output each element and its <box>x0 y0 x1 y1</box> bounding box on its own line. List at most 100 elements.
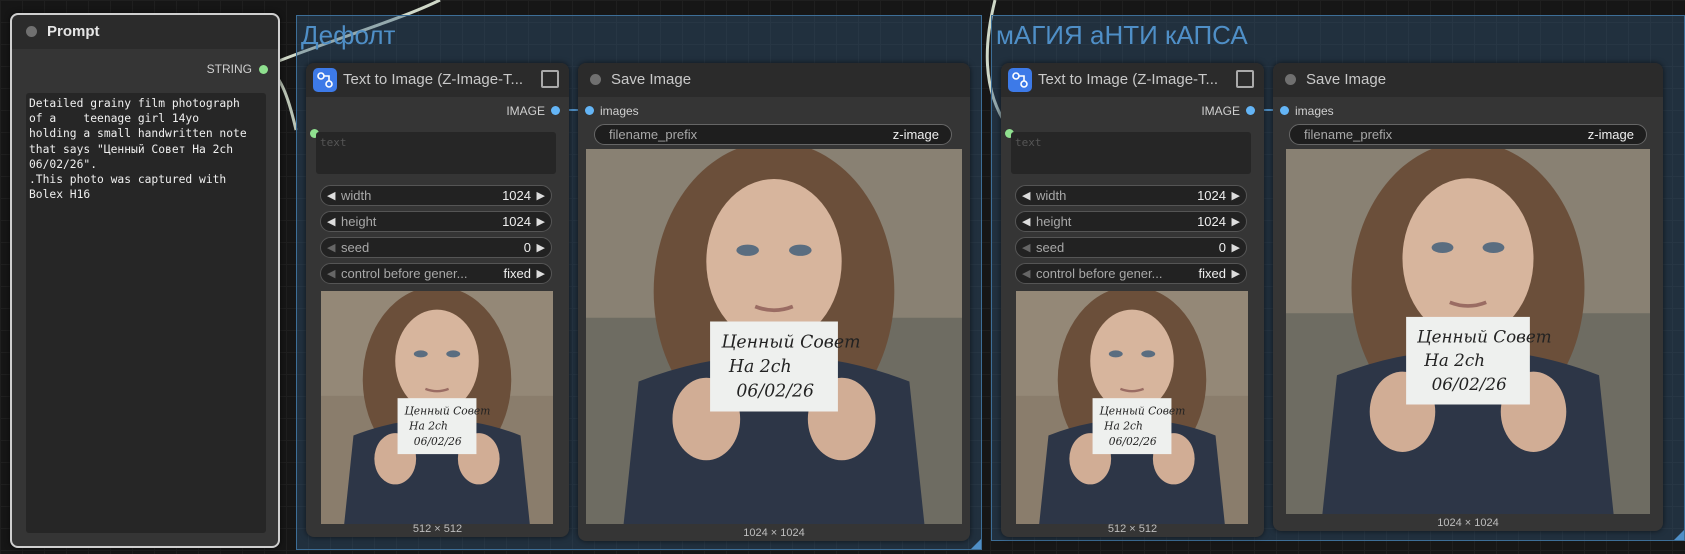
left-arrow-icon[interactable]: ◀ <box>1022 241 1030 254</box>
text-input[interactable]: text <box>316 132 556 174</box>
widget-value[interactable]: 1024 <box>502 214 531 229</box>
right-arrow-icon[interactable]: ▶ <box>537 241 545 254</box>
width-widget[interactable]: ◀ width 1024 ▶ <box>320 185 552 206</box>
node-title: Save Image <box>611 71 692 88</box>
node-header[interactable]: Prompt <box>12 15 278 49</box>
note-text: Ценный Совет <box>1416 326 1552 346</box>
widget-label: height <box>1036 214 1072 229</box>
text-to-image-node[interactable]: Text to Image (Z-Image-T... IMAGE text ◀… <box>306 63 569 537</box>
widget-value[interactable]: 1024 <box>502 188 531 203</box>
image-output-port[interactable] <box>1246 106 1255 115</box>
control-before-generate-widget[interactable]: ◀ control before gener... fixed ▶ <box>1015 263 1247 284</box>
node-header[interactable]: Save Image <box>1273 63 1663 97</box>
left-arrow-icon[interactable]: ◀ <box>1022 189 1030 202</box>
node-status-dot <box>1285 74 1296 85</box>
photo-render: Ценный Совет На 2ch 06/02/26 <box>1016 291 1248 524</box>
right-arrow-icon[interactable]: ▶ <box>537 215 545 228</box>
expand-icon[interactable] <box>1236 70 1254 88</box>
photo-render: Ценный Совет На 2ch 06/02/26 <box>1286 149 1650 514</box>
prompt-node[interactable]: Prompt STRING Detailed grainy film photo… <box>10 13 280 548</box>
group-title[interactable]: Дефолт <box>301 20 395 51</box>
widget-value[interactable]: fixed <box>504 266 531 281</box>
preview-size: 512 × 512 <box>1107 523 1158 535</box>
node-title: Text to Image (Z-Image-T... <box>343 71 524 88</box>
right-arrow-icon[interactable]: ▶ <box>537 189 545 202</box>
workflow-badge-icon <box>1008 68 1032 92</box>
left-arrow-icon[interactable]: ◀ <box>327 241 335 254</box>
photo-render: Ценный Совет На 2ch 06/02/26 <box>321 291 553 524</box>
node-title: Save Image <box>1306 71 1387 88</box>
left-arrow-icon[interactable]: ◀ <box>327 189 335 202</box>
filename-prefix-widget[interactable]: filename_prefix z-image <box>1289 124 1647 145</box>
input-label: images <box>600 104 639 118</box>
text-to-image-node[interactable]: Text to Image (Z-Image-T... IMAGE text ◀… <box>1001 63 1264 537</box>
image-input-port[interactable] <box>585 106 594 115</box>
group-resize-handle[interactable] <box>1674 530 1684 540</box>
text-placeholder: text <box>320 136 347 149</box>
group-resize-handle[interactable] <box>971 539 981 549</box>
widget-label: height <box>341 214 377 229</box>
note-text: Ценный Совет <box>720 333 860 353</box>
input-label: images <box>1295 104 1334 118</box>
seed-widget[interactable]: ◀ seed 0 ▶ <box>1015 237 1247 258</box>
node-title: Prompt <box>47 23 100 40</box>
right-arrow-icon[interactable]: ▶ <box>1232 189 1240 202</box>
widget-value[interactable]: fixed <box>1199 266 1226 281</box>
note-text: На 2ch <box>1423 350 1485 370</box>
widget-label: width <box>341 188 372 203</box>
control-before-generate-widget[interactable]: ◀ control before gener... fixed ▶ <box>320 263 552 284</box>
output-label: IMAGE <box>506 104 545 118</box>
node-title: Text to Image (Z-Image-T... <box>1038 71 1219 88</box>
widget-label: filename_prefix <box>1304 127 1393 142</box>
save-image-node[interactable]: Save Image images filename_prefix z-imag… <box>578 63 970 541</box>
image-input-port[interactable] <box>1280 106 1289 115</box>
widget-label: control before gener... <box>1036 266 1163 281</box>
node-header[interactable]: Text to Image (Z-Image-T... <box>306 63 569 97</box>
filename-prefix-widget[interactable]: filename_prefix z-image <box>594 124 952 145</box>
save-image-node[interactable]: Save Image images filename_prefix z-imag… <box>1273 63 1663 531</box>
height-widget[interactable]: ◀ height 1024 ▶ <box>320 211 552 232</box>
note-text: На 2ch <box>408 420 448 433</box>
widget-value[interactable]: 0 <box>524 240 531 255</box>
widget-value[interactable]: 1024 <box>1197 214 1226 229</box>
node-header[interactable]: Text to Image (Z-Image-T... <box>1001 63 1264 97</box>
seed-widget[interactable]: ◀ seed 0 ▶ <box>320 237 552 258</box>
text-input[interactable]: text <box>1011 132 1251 174</box>
image-output-port[interactable] <box>551 106 560 115</box>
preview-image[interactable]: Ценный Совет На 2ch 06/02/26 <box>321 291 553 524</box>
right-arrow-icon[interactable]: ▶ <box>1232 241 1240 254</box>
prompt-textarea[interactable]: Detailed grainy film photograph of a tee… <box>26 93 266 533</box>
widget-value[interactable]: 0 <box>1219 240 1226 255</box>
preview-size: 1024 × 1024 <box>743 527 805 539</box>
photo-render: Ценный Совет На 2ch 06/02/26 <box>586 149 962 524</box>
preview-size: 1024 × 1024 <box>1437 517 1499 529</box>
expand-icon[interactable] <box>541 70 559 88</box>
note-text: 06/02/26 <box>736 382 814 402</box>
left-arrow-icon[interactable]: ◀ <box>1022 267 1030 280</box>
width-widget[interactable]: ◀ width 1024 ▶ <box>1015 185 1247 206</box>
saved-image[interactable]: Ценный Совет На 2ch 06/02/26 <box>586 149 962 524</box>
left-arrow-icon[interactable]: ◀ <box>327 215 335 228</box>
right-arrow-icon[interactable]: ▶ <box>1232 215 1240 228</box>
saved-image[interactable]: Ценный Совет На 2ch 06/02/26 <box>1286 149 1650 514</box>
output-label: STRING <box>206 62 252 76</box>
height-widget[interactable]: ◀ height 1024 ▶ <box>1015 211 1247 232</box>
widget-value[interactable]: 1024 <box>1197 188 1226 203</box>
node-header[interactable]: Save Image <box>578 63 970 97</box>
string-output-port[interactable] <box>259 65 268 74</box>
right-arrow-icon[interactable]: ▶ <box>537 267 545 280</box>
widget-value[interactable]: z-image <box>1588 127 1634 142</box>
left-arrow-icon[interactable]: ◀ <box>1022 215 1030 228</box>
preview-image[interactable]: Ценный Совет На 2ch 06/02/26 <box>1016 291 1248 524</box>
widget-value[interactable]: z-image <box>893 127 939 142</box>
group-title[interactable]: мАГИЯ аНТИ кАПСА <box>996 20 1248 51</box>
right-arrow-icon[interactable]: ▶ <box>1232 267 1240 280</box>
workflow-badge-icon <box>313 68 337 92</box>
node-status-dot <box>590 74 601 85</box>
prompt-text[interactable]: Detailed grainy film photograph of a tee… <box>29 96 263 202</box>
node-status-dot <box>26 26 37 37</box>
note-text: Ценный Совет <box>1100 404 1186 417</box>
note-text: 06/02/26 <box>1432 374 1507 394</box>
widget-label: filename_prefix <box>609 127 698 142</box>
left-arrow-icon[interactable]: ◀ <box>327 267 335 280</box>
